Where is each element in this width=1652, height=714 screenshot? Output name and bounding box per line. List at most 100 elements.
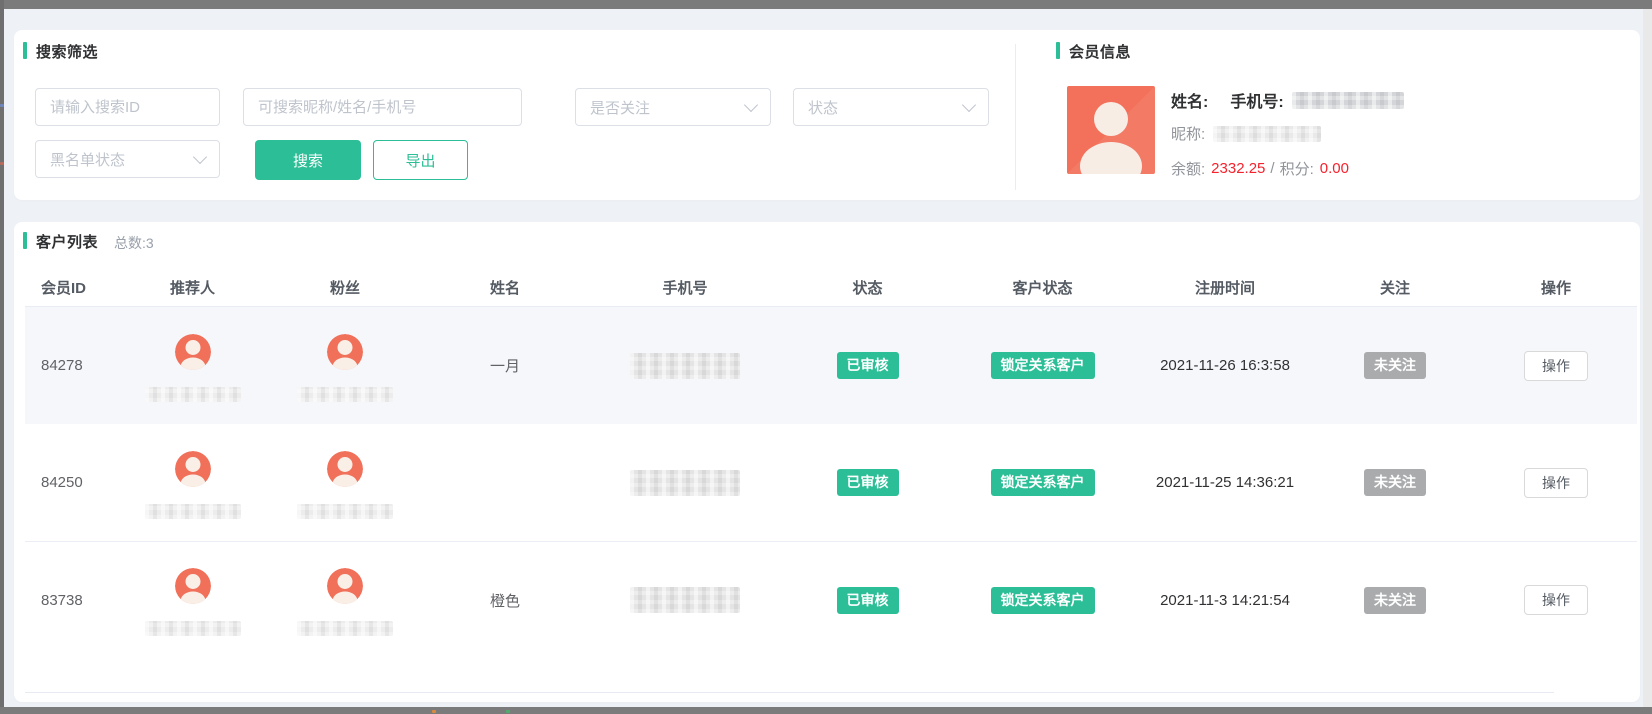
col-action: 操作 [1475, 268, 1637, 306]
col-name: 姓名 [425, 268, 585, 306]
member-name-phone-row: 姓名: 手机号: [1171, 88, 1404, 112]
member-nickname-redacted [1213, 126, 1321, 142]
table-row: 84278 一月 已审核 锁定关系客户 2021-11-26 16:3:58 未… [25, 307, 1637, 424]
phone-redacted [630, 587, 740, 613]
keyword-input[interactable] [243, 88, 522, 126]
referrer-cell [145, 451, 241, 519]
window-edge-bottom [0, 707, 1652, 714]
table-bottom-divider [25, 692, 1554, 693]
export-button[interactable]: 导出 [373, 140, 468, 180]
phone-redacted [630, 353, 740, 379]
action-button[interactable]: 操作 [1524, 585, 1588, 615]
col-register-time: 注册时间 [1135, 268, 1315, 306]
blacklist-select[interactable]: 黑名单状态 [35, 140, 220, 178]
window-edge-left [0, 0, 4, 714]
chevron-down-icon [962, 97, 976, 111]
search-id-input[interactable] [35, 88, 220, 126]
member-name-label: 姓名: [1171, 88, 1208, 112]
edge-artifact [506, 710, 510, 713]
accent-bar [23, 42, 27, 59]
register-time: 2021-11-25 14:36:21 [1156, 474, 1294, 491]
member-balance-row: 余额: 2332.25 / 积分: 0.00 [1171, 158, 1349, 179]
follow-select[interactable]: 是否关注 [575, 88, 771, 126]
edge-artifact [0, 104, 4, 107]
action-button[interactable]: 操作 [1524, 468, 1588, 498]
balance-value: 2332.25 [1211, 160, 1265, 177]
customer-name: 橙色 [490, 590, 520, 611]
person-avatar-icon [175, 334, 211, 370]
register-time: 2021-11-26 16:3:58 [1160, 357, 1290, 374]
member-nickname-row: 昵称: [1171, 123, 1321, 144]
col-phone: 手机号 [585, 268, 785, 306]
person-avatar-icon [327, 334, 363, 370]
col-status: 状态 [785, 268, 950, 306]
referrer-name-redacted [145, 621, 241, 636]
member-info-title: 会员信息 [1069, 41, 1131, 62]
member-id: 83738 [41, 592, 83, 609]
register-time: 2021-11-3 14:21:54 [1160, 592, 1290, 609]
vertical-divider [1015, 44, 1016, 190]
member-id: 84278 [41, 357, 83, 374]
referrer-name-redacted [145, 504, 241, 519]
edge-artifact [432, 710, 436, 713]
table-header: 会员ID 推荐人 粉丝 姓名 手机号 状态 客户状态 注册时间 关注 操作 [25, 268, 1637, 307]
col-fans: 粉丝 [265, 268, 425, 306]
col-customer-status: 客户状态 [950, 268, 1135, 306]
accent-bar [23, 232, 27, 249]
status-badge: 已审核 [837, 469, 899, 496]
col-referrer: 推荐人 [120, 268, 265, 306]
referrer-name-redacted [145, 387, 241, 402]
person-avatar-icon [327, 568, 363, 604]
member-nickname-label: 昵称: [1171, 123, 1205, 144]
member-phone-label: 手机号: [1230, 88, 1283, 112]
member-phone-redacted [1292, 92, 1404, 109]
fans-cell [297, 334, 393, 402]
customer-status-badge: 锁定关系客户 [991, 469, 1095, 496]
fan-name-redacted [297, 621, 393, 636]
status-badge: 已审核 [837, 352, 899, 379]
fan-name-redacted [297, 504, 393, 519]
window-edge-top [0, 0, 1652, 9]
follow-select-placeholder: 是否关注 [590, 97, 650, 118]
fans-cell [297, 568, 393, 636]
scrollbar[interactable] [1643, 9, 1652, 707]
status-select[interactable]: 状态 [793, 88, 989, 126]
points-value: 0.00 [1320, 160, 1349, 177]
col-follow: 关注 [1315, 268, 1475, 306]
referrer-cell [145, 334, 241, 402]
customer-list-card: 客户列表 总数:3 会员ID 推荐人 粉丝 姓名 手机号 状态 客户状态 注册时… [14, 222, 1640, 702]
filter-and-member-card: 搜索筛选 是否关注 状态 黑名单状态 搜索 导出 会员信息 姓名: 手机号: 昵… [14, 30, 1640, 200]
action-button[interactable]: 操作 [1524, 351, 1588, 381]
chevron-down-icon [193, 149, 207, 163]
balance-label: 余额: [1171, 158, 1205, 179]
phone-redacted [630, 470, 740, 496]
member-id: 84250 [41, 474, 83, 491]
points-label: 积分: [1280, 158, 1314, 179]
fans-cell [297, 451, 393, 519]
search-filter-title: 搜索筛选 [36, 41, 98, 62]
customer-name: 一月 [490, 355, 520, 376]
customer-list-title: 客户列表 [36, 231, 98, 252]
follow-badge: 未关注 [1364, 469, 1426, 496]
person-avatar-icon [327, 451, 363, 487]
status-badge: 已审核 [837, 587, 899, 614]
customer-status-badge: 锁定关系客户 [991, 587, 1095, 614]
fan-name-redacted [297, 387, 393, 402]
total-count: 总数:3 [114, 233, 154, 253]
slash-separator: / [1270, 160, 1274, 177]
person-avatar-icon [175, 451, 211, 487]
table-row: 84250 已审核 锁定关系客户 2021-11-25 14:36:21 未关注… [25, 424, 1637, 541]
status-select-placeholder: 状态 [808, 97, 838, 118]
customer-status-badge: 锁定关系客户 [991, 352, 1095, 379]
member-avatar [1067, 86, 1155, 174]
search-button[interactable]: 搜索 [255, 140, 361, 180]
edge-artifact [0, 162, 4, 165]
accent-bar [1056, 42, 1060, 59]
table-row: 83738 橙色 已审核 锁定关系客户 2021-11-3 14:21:54 未… [25, 541, 1637, 658]
follow-badge: 未关注 [1364, 352, 1426, 379]
col-member-id: 会员ID [25, 268, 120, 306]
referrer-cell [145, 568, 241, 636]
blacklist-select-placeholder: 黑名单状态 [50, 149, 125, 170]
person-avatar-icon [175, 568, 211, 604]
follow-badge: 未关注 [1364, 587, 1426, 614]
